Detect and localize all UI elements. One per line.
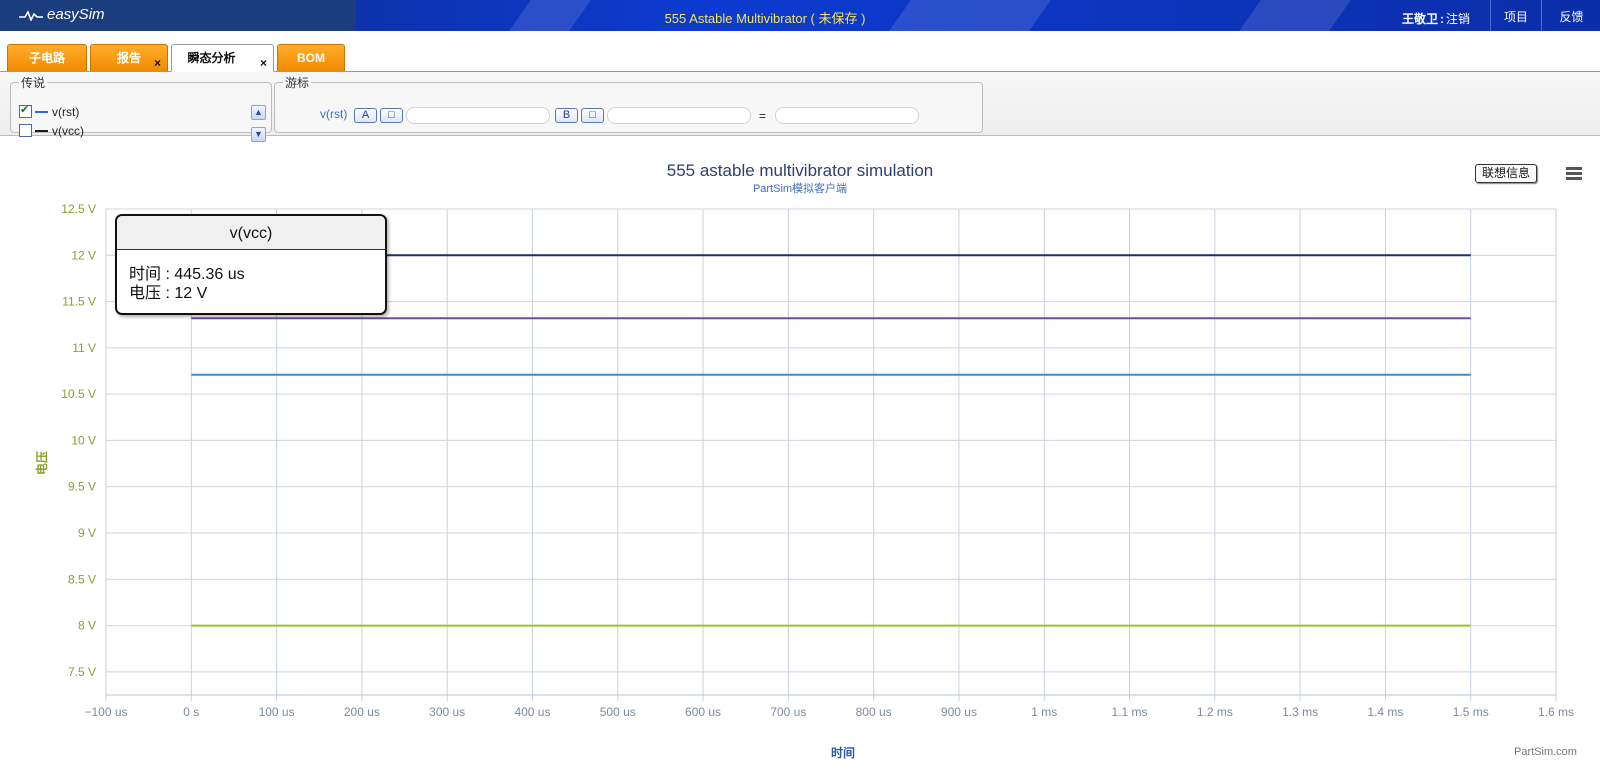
tab-label: BOM [297, 51, 325, 65]
app-header: easySim 555 Astable Multivibrator ( 未保存 … [0, 0, 1600, 31]
y-tick-label: 7.5 V [68, 665, 96, 679]
legend-item-label: v(vcc) [52, 124, 84, 138]
logout-link[interactable]: 注销 [1446, 12, 1470, 26]
x-tick-label: 100 us [259, 705, 295, 719]
y-tick-label: 8.5 V [68, 572, 96, 586]
x-tick-label: 800 us [856, 705, 892, 719]
x-tick-label: 300 us [429, 705, 465, 719]
scroll-up-icon[interactable]: ▲ [251, 105, 266, 120]
user-separator: : [1439, 12, 1444, 26]
cursor-panel-title: 游标 [285, 76, 310, 90]
projects-button[interactable]: 项目 [1490, 0, 1541, 31]
x-tick-label: 1 ms [1031, 705, 1057, 719]
user-area: 王敬卫: 注销 [1402, 10, 1470, 27]
tooltip-voltage-value: 12 V [174, 285, 208, 302]
cursor-a-button[interactable]: A [354, 108, 377, 123]
user-name: 王敬卫 [1401, 12, 1438, 26]
y-tick-label: 9 V [78, 526, 96, 540]
x-tick-label: −100 us [84, 705, 127, 719]
cursor-b-value-field[interactable] [607, 107, 751, 124]
x-axis-label: 时间 [831, 745, 855, 760]
tab-label: 报告 [116, 51, 141, 65]
equals-sign: = [759, 109, 767, 123]
cursor-b-button[interactable]: B [555, 108, 578, 123]
checkbox-unchecked[interactable] [19, 124, 32, 137]
feedback-button[interactable]: 反馈 [1541, 0, 1600, 31]
chart-tooltip: v(vcc) 时间 : 445.36 us 电压 : 12 V [115, 214, 387, 315]
y-tick-label: 12.5 V [61, 202, 96, 216]
cursor-a-value-field[interactable] [406, 107, 550, 124]
checkbox-checked[interactable] [19, 103, 32, 118]
legend-item-label: v(rst) [52, 105, 80, 119]
tab-bom[interactable]: BOM [277, 44, 345, 71]
legend-panel-title: 传说 [21, 76, 46, 90]
x-tick-label: 1.6 ms [1538, 705, 1574, 719]
tooltip-series: v(vcc) [117, 216, 385, 250]
tab-transient-analysis[interactable]: 瞬态分析 × [171, 44, 274, 72]
legend-panel: 传说 v(rst) v(vcc) ▲ ▼ [10, 74, 272, 142]
tab-label: 子电路 [28, 51, 65, 65]
x-tick-label: 1.1 ms [1112, 705, 1148, 719]
credit-link[interactable]: PartSim.com [1514, 746, 1577, 758]
x-tick-label: 1.5 ms [1453, 705, 1489, 719]
tab-subcircuit[interactable]: 子电路 [7, 44, 87, 71]
y-tick-label: 12 V [71, 248, 96, 262]
x-tick-label: 1.3 ms [1282, 705, 1318, 719]
y-tick-label: 11 V [72, 341, 96, 355]
series-swatch [35, 111, 48, 113]
cursor-panel: 游标 v(rst) A □ B □ = [274, 74, 983, 133]
tab-bar: 子电路 报告 × 瞬态分析 × BOM [0, 31, 1600, 72]
x-tick-label: 0 s [183, 705, 199, 719]
tooltip-voltage-label: 电压 [129, 285, 162, 302]
x-tick-label: 400 us [514, 705, 550, 719]
x-tick-label: 200 us [344, 705, 380, 719]
cursor-signal-label[interactable]: v(rst) [320, 107, 347, 121]
y-tick-label: 8 V [78, 619, 96, 633]
document-title: 555 Astable Multivibrator ( 未保存 ) [664, 11, 866, 26]
series-swatch [35, 130, 48, 132]
x-tick-label: 500 us [600, 705, 636, 719]
tab-report[interactable]: 报告 × [90, 44, 168, 71]
x-tick-label: 600 us [685, 705, 721, 719]
x-tick-label: 700 us [770, 705, 806, 719]
control-panel: 传说 v(rst) v(vcc) ▲ ▼ 游标 v(rst) A □ B □ = [0, 72, 1600, 142]
tab-label: 瞬态分析 [187, 51, 236, 65]
tooltip-voltage: 电压 : 12 V [129, 285, 208, 302]
y-tick-label: 11.5 V [62, 295, 96, 309]
x-tick-label: 900 us [941, 705, 977, 719]
y-axis-label: 电压 [34, 451, 49, 475]
legend-item-v-rst[interactable]: v(rst) [19, 103, 80, 123]
cursor-b-small-button[interactable]: □ [581, 108, 604, 123]
y-tick-label: 9.5 V [68, 480, 96, 494]
cursor-diff-value-field[interactable] [775, 107, 919, 124]
x-tick-label: 1.4 ms [1367, 705, 1403, 719]
cursor-a-small-button[interactable]: □ [380, 108, 403, 123]
x-tick-label: 1.2 ms [1197, 705, 1233, 719]
y-tick-label: 10.5 V [61, 387, 96, 401]
y-tick-label: 10 V [71, 433, 96, 447]
